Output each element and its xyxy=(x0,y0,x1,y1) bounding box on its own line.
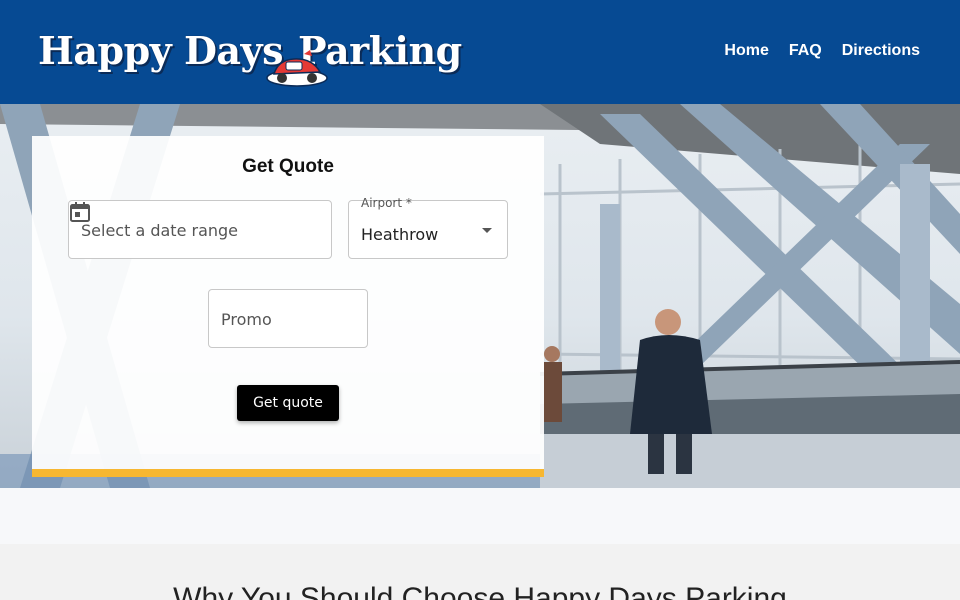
logo-word-happy-days: Happy Days xyxy=(38,28,284,73)
date-range-placeholder: Select a date range xyxy=(81,221,239,240)
calendar-icon[interactable] xyxy=(69,201,91,223)
site-header: Happy Days Parking Home FAQ Directions xyxy=(0,0,960,104)
spacer-strip xyxy=(0,488,960,544)
chevron-down-icon[interactable] xyxy=(482,228,492,233)
nav-faq[interactable]: FAQ xyxy=(789,42,822,60)
brand-logo[interactable]: Happy Days Parking xyxy=(36,22,466,88)
promo-input[interactable]: Promo xyxy=(208,289,368,348)
promo-placeholder: Promo xyxy=(221,310,272,329)
airport-value: Heathrow xyxy=(361,225,439,244)
airport-select[interactable]: Airport * Heathrow xyxy=(348,196,508,259)
car-mascot-icon xyxy=(266,50,328,87)
airport-label: Airport * xyxy=(361,196,412,210)
quote-title: Get Quote xyxy=(242,156,334,177)
section-title: Why You Should Choose Happy Days Parking xyxy=(173,582,787,600)
why-choose-section: Why You Should Choose Happy Days Parking xyxy=(0,544,960,600)
get-quote-button[interactable]: Get quote xyxy=(237,385,339,421)
nav-home[interactable]: Home xyxy=(724,42,768,60)
quote-card: Get Quote Select a date range Airport * … xyxy=(32,136,544,477)
hero-banner: Get Quote Select a date range Airport * … xyxy=(0,104,960,488)
date-range-field[interactable]: Select a date range xyxy=(68,200,332,259)
main-nav: Home FAQ Directions xyxy=(724,42,920,60)
nav-directions[interactable]: Directions xyxy=(842,42,920,60)
